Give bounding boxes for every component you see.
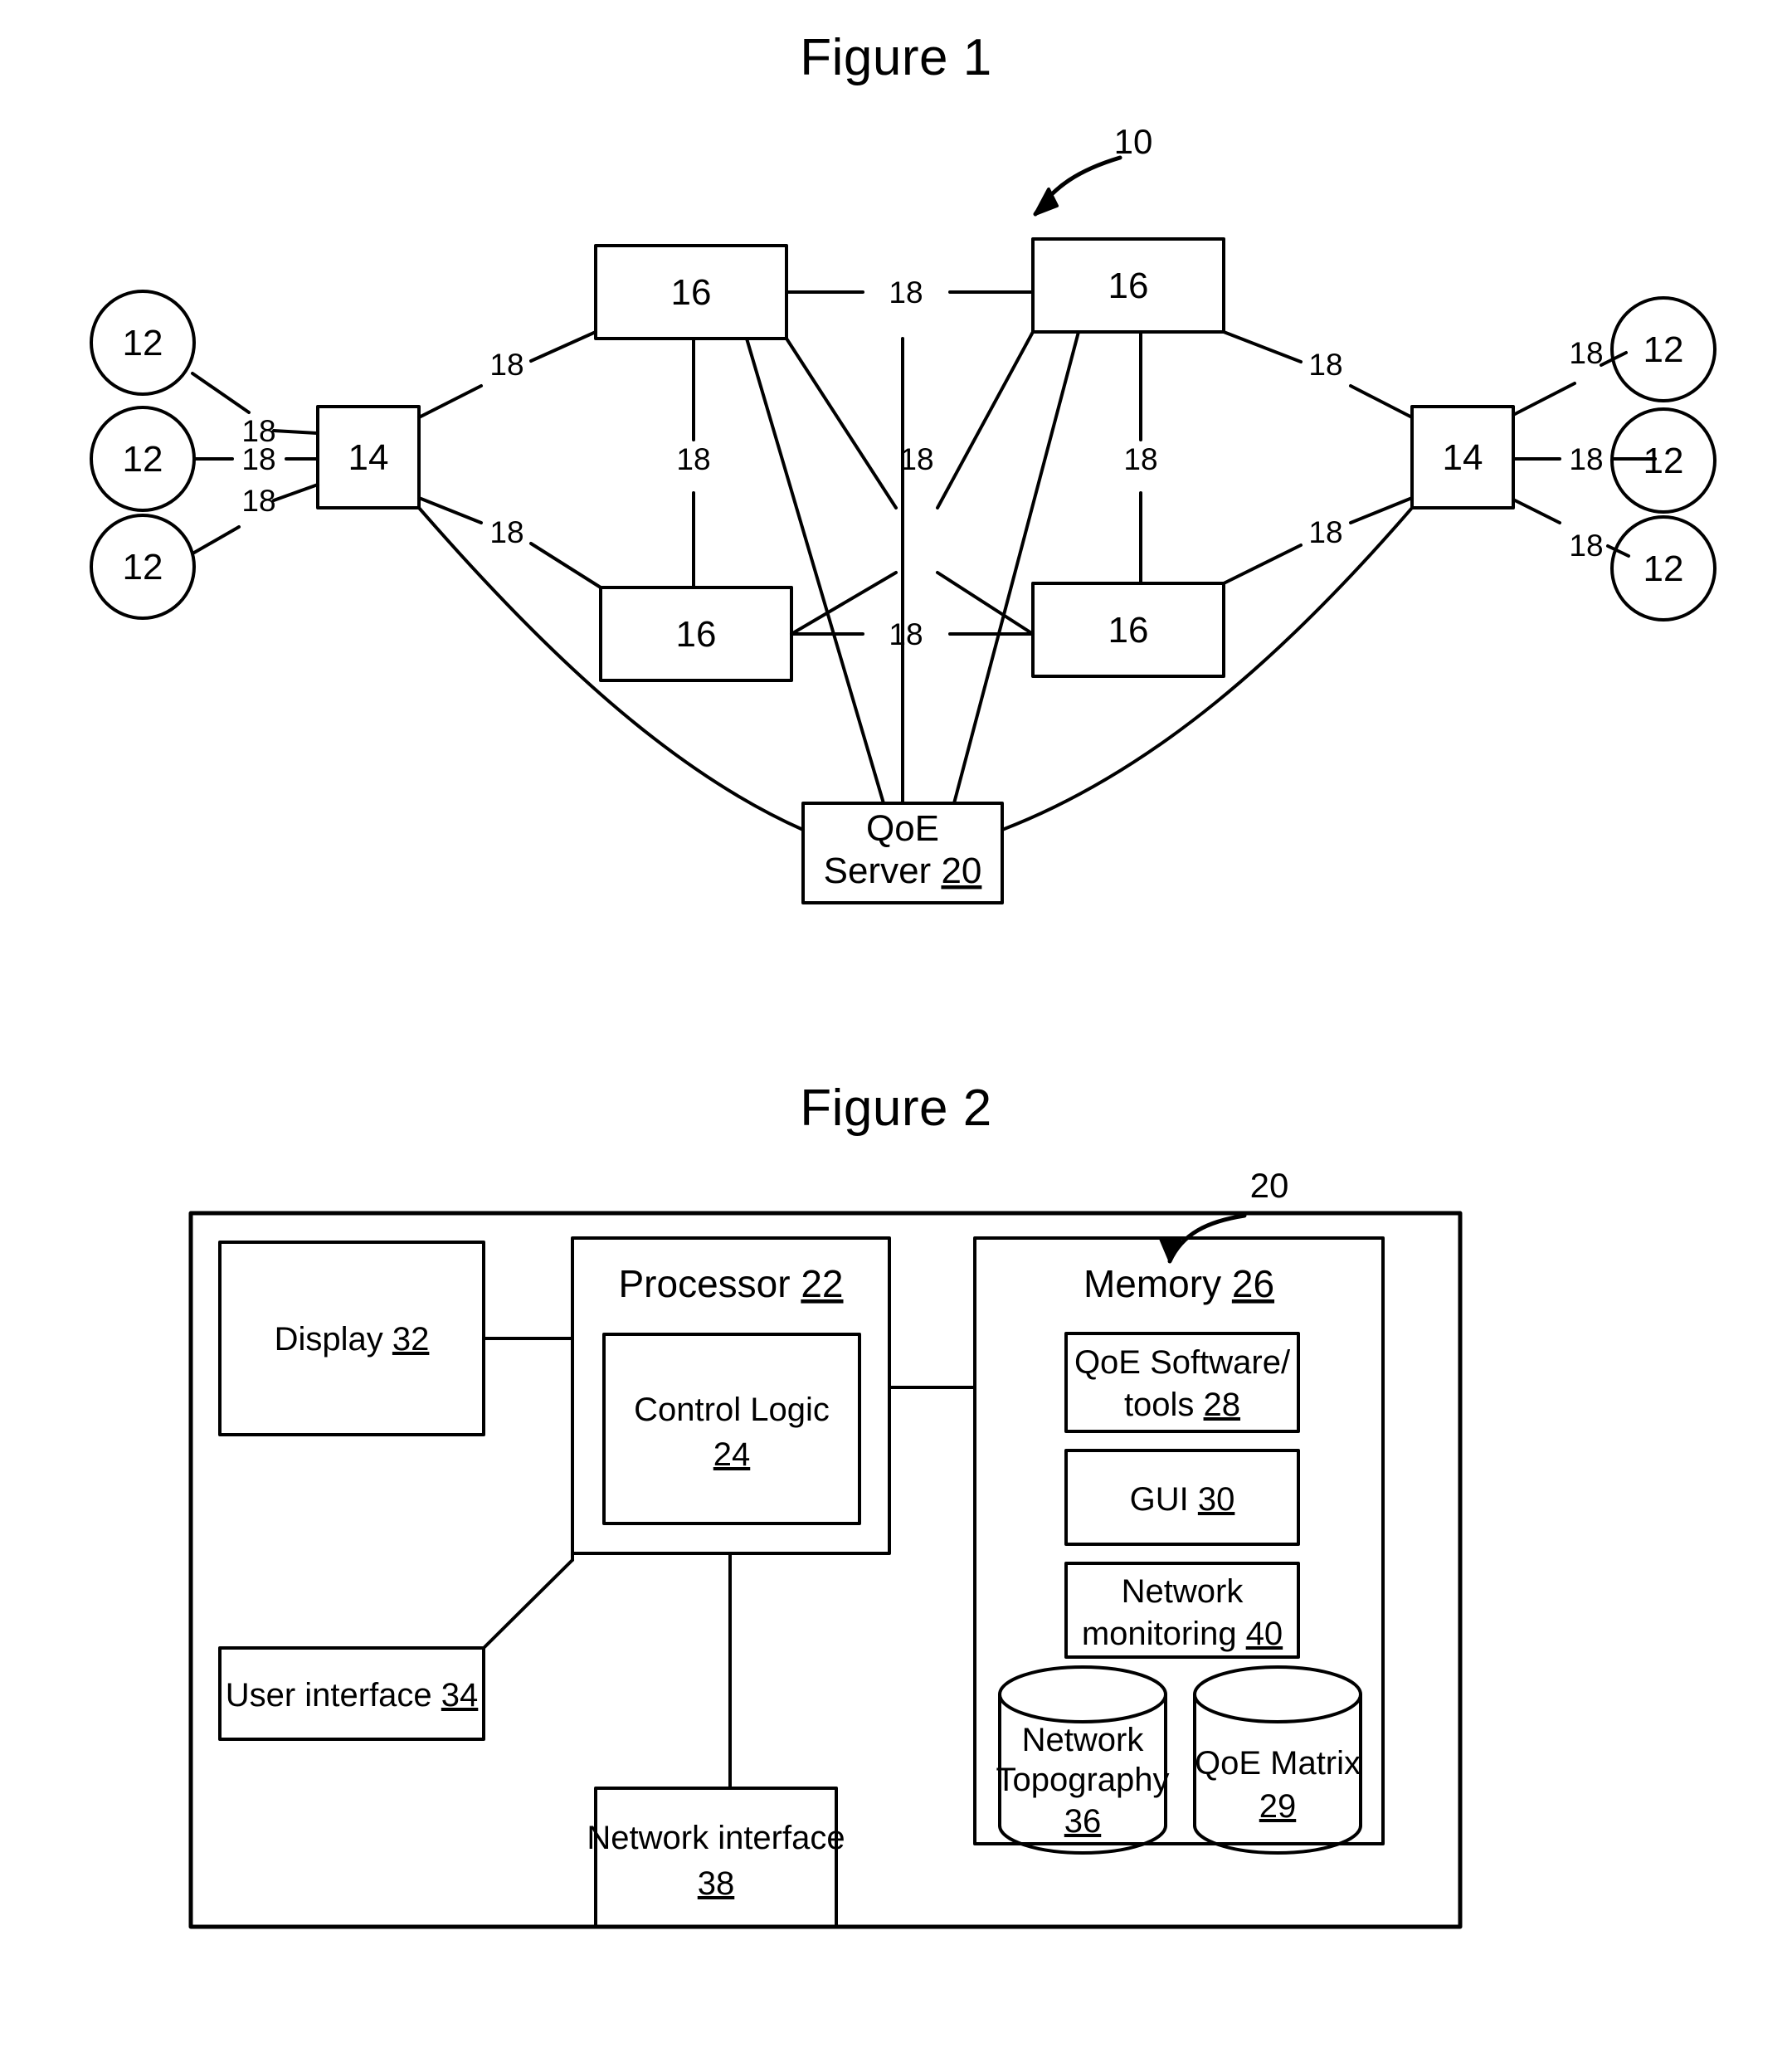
network-interface-block-label-line1: Network interface [587,1820,845,1856]
link-label: 18 [1569,336,1603,370]
control-logic-block-label-num: 24 [713,1436,751,1473]
display-block-label: Display 32 [275,1321,430,1358]
figure-2-reference-numeral: 20 [1250,1166,1289,1205]
network-interface-block-label-num: 38 [698,1865,735,1902]
aggregator-node-left: 14 [348,437,389,478]
figure-2-title: Figure 2 [800,1080,992,1137]
qoe-matrix-db-line1: QoE Matrix [1195,1745,1361,1782]
network-monitoring-label-line1: Network [1122,1573,1244,1610]
core-node-top-left: 16 [671,272,712,313]
endpoint-node-right-2: 12 [1643,441,1684,481]
figure-1-diagram: 10 12 12 12 12 12 12 14 14 16 16 16 16 1… [90,122,1717,904]
core-node-bottom-left: 16 [676,614,717,655]
link-label: 18 [489,515,523,549]
endpoint-node-left-3: 12 [123,547,163,587]
core-node-bottom-right: 16 [1108,610,1149,651]
endpoint-node-right-1: 12 [1643,329,1684,370]
network-topography-db-line2: Topography [996,1762,1169,1798]
memory-block-label: Memory 26 [1083,1262,1274,1305]
aggregator-node-right: 14 [1443,437,1483,478]
endpoint-node-left-2: 12 [123,439,163,480]
link-label: 18 [1569,529,1603,563]
link-label: 18 [899,442,933,476]
link-label: 18 [241,414,275,448]
link-label: 18 [1308,515,1342,549]
qoe-software-label-line1: QoE Software/ [1074,1344,1291,1381]
link-label: 18 [889,275,923,310]
figure-2-diagram: 20 Display 32 User interface 34 Network … [188,1166,1463,1929]
core-node-top-right: 16 [1108,266,1149,306]
link-label: 18 [1308,348,1342,382]
network-topography-db-num: 36 [1064,1803,1102,1840]
link-label: 18 [241,484,275,518]
link-label: 18 [1123,442,1157,476]
control-logic-block-label-line1: Control Logic [634,1392,830,1428]
link-label: 18 [676,442,710,476]
patent-drawing-sheet: Figure 1 10 12 12 12 12 12 12 14 14 16 1… [0,0,1792,2067]
qoe-software-label-line2: tools 28 [1124,1387,1240,1423]
endpoint-node-left-1: 12 [123,323,163,363]
link-label: 18 [1569,442,1603,476]
link-label: 18 [489,348,523,382]
network-monitoring-label-line2: monitoring 40 [1082,1616,1283,1652]
user-interface-block-label: User interface 34 [226,1677,479,1714]
figure-1-reference-numeral: 10 [1114,122,1153,161]
figure-1-title: Figure 1 [800,29,992,86]
link-label: 18 [889,617,923,651]
gui-label: GUI 30 [1130,1481,1235,1518]
qoe-server-line1: QoE [866,808,939,849]
processor-block-label: Processor 22 [618,1262,843,1305]
endpoint-node-right-3: 12 [1643,548,1684,589]
network-topography-db-line1: Network [1022,1722,1145,1758]
qoe-server-line2: Server 20 [824,851,982,891]
qoe-matrix-db-num: 29 [1259,1788,1297,1825]
link-label: 18 [241,442,275,476]
